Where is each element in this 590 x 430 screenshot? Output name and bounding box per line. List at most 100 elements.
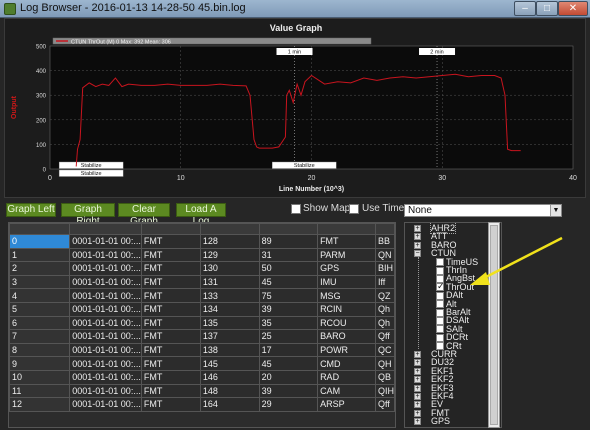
table-row[interactable]: 4 0001-01-01 00:... FMT 133 75 MSG QZ <box>9 288 395 303</box>
table-cell[interactable]: Qff <box>374 397 395 412</box>
table-cell[interactable]: FMT <box>140 383 201 399</box>
field-checkbox[interactable] <box>436 281 445 292</box>
expander-icon[interactable]: + <box>414 233 421 241</box>
table-cell[interactable]: 135 <box>199 315 260 331</box>
table-cell[interactable]: Qh <box>374 301 395 317</box>
table-cell[interactable]: Qff <box>374 329 395 344</box>
field-checkbox[interactable] <box>436 333 444 342</box>
table-cell[interactable]: Qh <box>374 315 395 331</box>
expander-icon[interactable]: + <box>414 418 421 426</box>
expander-icon[interactable]: + <box>414 376 421 384</box>
table-cell[interactable]: 0001-01-01 00:... <box>69 383 142 399</box>
table-cell[interactable]: FMT <box>140 274 201 290</box>
table-cell[interactable]: RAD <box>317 369 376 385</box>
table-cell[interactable]: QZ <box>374 288 395 303</box>
table-cell[interactable]: 0001-01-01 00:... <box>69 301 142 317</box>
table-cell[interactable]: 39 <box>258 383 319 399</box>
table-cell[interactable]: 0001-01-01 00:... <box>69 274 142 290</box>
column-header[interactable] <box>69 223 142 235</box>
table-cell[interactable]: 128 <box>199 234 260 249</box>
maximize-button[interactable]: □ <box>536 1 558 16</box>
table-cell[interactable]: BIH <box>374 261 395 276</box>
tree-group-label[interactable]: GPS <box>431 416 450 426</box>
table-cell[interactable]: QC <box>374 342 395 358</box>
table-cell[interactable]: 25 <box>258 329 319 344</box>
row-index-cell[interactable]: 11 <box>9 383 71 399</box>
table-cell[interactable]: 0001-01-01 00:... <box>69 234 142 249</box>
expander-icon[interactable]: + <box>414 351 421 358</box>
table-cell[interactable]: IMU <box>317 274 376 290</box>
table-row[interactable]: 6 0001-01-01 00:... FMT 135 35 RCOU Qh <box>9 315 395 331</box>
table-cell[interactable]: FMT <box>140 301 201 317</box>
table-cell[interactable]: 0001-01-01 00:... <box>69 315 142 331</box>
table-cell[interactable]: FMT <box>140 369 201 385</box>
table-row[interactable]: 7 0001-01-01 00:... FMT 137 25 BARO Qff <box>9 329 395 344</box>
table-cell[interactable]: 146 <box>199 369 260 385</box>
expander-icon[interactable]: + <box>414 241 421 249</box>
table-cell[interactable]: 0001-01-01 00:... <box>69 369 142 385</box>
table-cell[interactable]: FMT <box>140 247 201 263</box>
expander-icon[interactable]: + <box>414 401 421 409</box>
table-cell[interactable]: FMT <box>140 397 201 412</box>
value-graph[interactable]: Value Graph CTUN ThrOut (M) 0 Max: 392 M… <box>5 19 587 199</box>
table-cell[interactable]: 148 <box>199 383 260 399</box>
table-cell[interactable]: 0001-01-01 00:... <box>69 247 142 263</box>
table-row[interactable]: 0 0001-01-01 00:... FMT 128 89 FMT BB <box>9 234 395 249</box>
tree-scrollbar[interactable] <box>488 222 500 428</box>
table-cell[interactable]: 131 <box>199 274 260 290</box>
table-cell[interactable]: CAM <box>317 383 376 399</box>
table-cell[interactable]: BB <box>374 234 395 249</box>
row-index-cell[interactable]: 1 <box>9 247 71 263</box>
row-index-cell[interactable]: 4 <box>9 288 71 303</box>
row-index-cell[interactable]: 8 <box>9 342 71 358</box>
table-cell[interactable]: QH <box>374 356 395 371</box>
table-cell[interactable]: GPS <box>317 261 376 276</box>
close-button[interactable]: ✕ <box>558 1 588 16</box>
graph-right-button[interactable]: Graph Right <box>61 203 115 227</box>
table-row[interactable]: 3 0001-01-01 00:... FMT 131 45 IMU Iff <box>9 274 395 290</box>
table-cell[interactable]: 45 <box>258 356 319 371</box>
table-cell[interactable]: FMT <box>317 234 376 249</box>
table-cell[interactable]: FMT <box>140 288 201 303</box>
row-index-cell[interactable]: 3 <box>9 274 71 290</box>
table-cell[interactable]: 138 <box>199 342 260 358</box>
table-cell[interactable]: PARM <box>317 247 376 263</box>
table-row[interactable]: 5 0001-01-01 00:... FMT 134 39 RCIN Qh <box>9 301 395 317</box>
show-map-checkbox[interactable] <box>291 204 301 214</box>
column-header[interactable] <box>9 223 71 235</box>
table-cell[interactable]: MSG <box>317 288 376 303</box>
table-cell[interactable]: QN <box>374 247 395 263</box>
table-cell[interactable]: 75 <box>258 288 319 303</box>
row-index-cell[interactable]: 0 <box>9 234 71 249</box>
table-cell[interactable]: 0001-01-01 00:... <box>69 261 142 276</box>
table-row[interactable]: 11 0001-01-01 00:... FMT 148 39 CAM QIH <box>9 383 395 399</box>
table-cell[interactable]: 17 <box>258 342 319 358</box>
load-log-button[interactable]: Load A Log <box>176 203 226 227</box>
table-cell[interactable]: FMT <box>140 342 201 358</box>
table-cell[interactable]: FMT <box>140 356 201 371</box>
clear-graph-button[interactable]: Clear Graph <box>118 203 170 227</box>
graph-left-button[interactable]: Graph Left <box>6 203 56 217</box>
table-cell[interactable]: CMD <box>317 356 376 371</box>
table-cell[interactable]: 35 <box>258 315 319 331</box>
row-index-cell[interactable]: 2 <box>9 261 71 276</box>
row-index-cell[interactable]: 9 <box>9 356 71 371</box>
table-cell[interactable]: 0001-01-01 00:... <box>69 288 142 303</box>
table-cell[interactable]: 0001-01-01 00:... <box>69 356 142 371</box>
table-cell[interactable]: 130 <box>199 261 260 276</box>
table-cell[interactable]: 31 <box>258 247 319 263</box>
scrollbar-thumb[interactable] <box>490 225 498 425</box>
table-cell[interactable]: 129 <box>199 247 260 263</box>
expander-icon[interactable]: + <box>414 367 421 375</box>
column-header[interactable] <box>317 223 376 235</box>
expander-icon[interactable]: + <box>414 393 421 400</box>
table-cell[interactable]: 137 <box>199 329 260 344</box>
table-cell[interactable]: FMT <box>140 315 201 331</box>
table-cell[interactable]: QIH <box>374 383 395 399</box>
value-graph-panel[interactable]: Value Graph CTUN ThrOut (M) 0 Max: 392 M… <box>4 18 586 198</box>
table-cell[interactable]: Iff <box>374 274 395 290</box>
column-header[interactable] <box>199 223 260 235</box>
table-cell[interactable]: 0001-01-01 00:... <box>69 329 142 344</box>
graph-mode-select[interactable]: None ▼ <box>404 204 562 217</box>
table-cell[interactable]: 134 <box>199 301 260 317</box>
